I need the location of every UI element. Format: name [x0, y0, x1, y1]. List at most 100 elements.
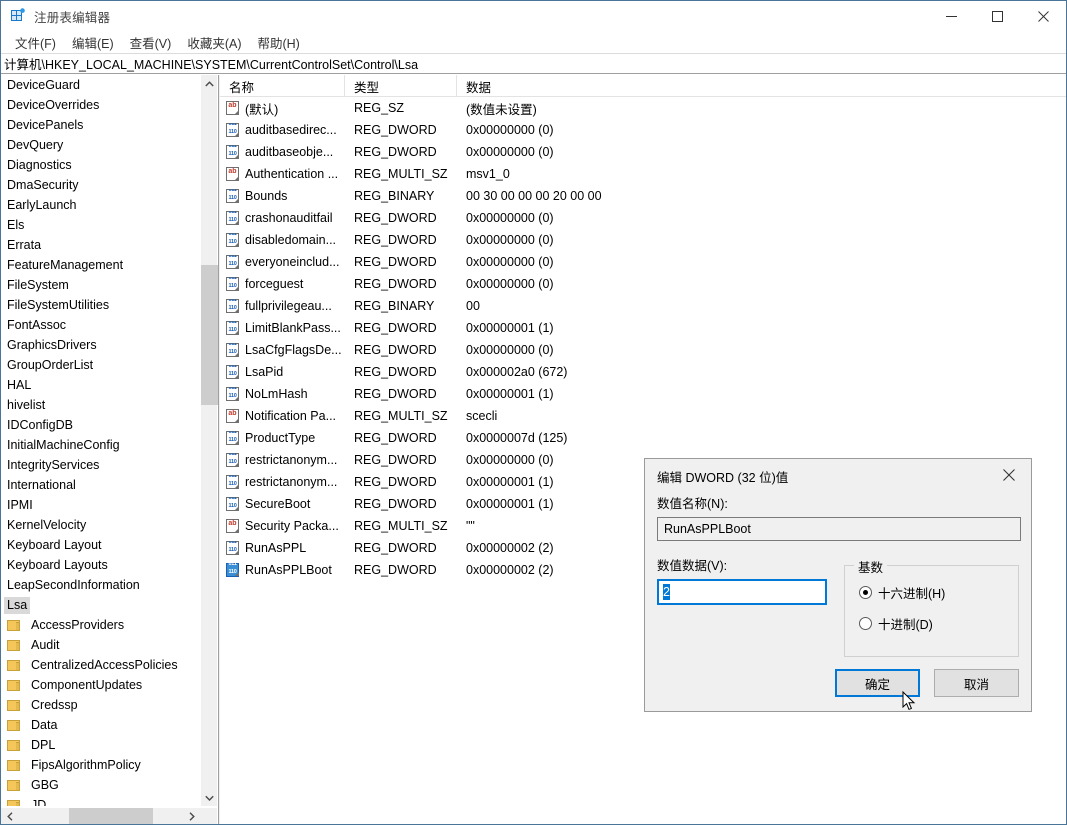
table-row[interactable]: ab Notification Pa... REG_MULTI_SZ scecli: [220, 405, 1066, 427]
tree-vertical-scrollbar[interactable]: [200, 75, 218, 806]
tree-item-deviceguard[interactable]: DeviceGuard: [1, 75, 197, 95]
tree-item-filesystemutilities[interactable]: FileSystemUtilities: [1, 295, 197, 315]
tree-item-dmasecurity[interactable]: DmaSecurity: [1, 175, 197, 195]
scroll-left-icon[interactable]: [1, 808, 18, 825]
tree-item-label: DmaSecurity: [7, 177, 79, 192]
cell-name: 011110 fullprivilegeau...: [220, 299, 345, 313]
tree-item-idconfigdb[interactable]: IDConfigDB: [1, 415, 197, 435]
tree-item-deviceoverrides[interactable]: DeviceOverrides: [1, 95, 197, 115]
tree-item-kernelvelocity[interactable]: KernelVelocity: [1, 515, 197, 535]
column-header-data[interactable]: 数据: [457, 75, 1066, 97]
menu-favorites[interactable]: 收藏夹(A): [179, 31, 249, 54]
cell-name: 011110 disabledomain...: [220, 233, 345, 247]
tree-scroll-thumb[interactable]: [201, 265, 218, 405]
radio-decimal[interactable]: 十进制(D): [858, 614, 1018, 633]
tree-item-label: AccessProviders: [31, 617, 125, 632]
value-name-input[interactable]: RunAsPPLBoot: [657, 517, 1021, 541]
tree-item-hivelist[interactable]: hivelist: [1, 395, 197, 415]
value-type: REG_DWORD: [354, 431, 437, 445]
minimize-button[interactable]: [928, 1, 974, 31]
value-type: REG_DWORD: [354, 475, 437, 489]
tree-item-hal[interactable]: HAL: [1, 375, 197, 395]
tree-item-label: DevQuery: [7, 137, 64, 152]
tree-item-data[interactable]: Data: [1, 715, 197, 735]
tree-item-gbg[interactable]: GBG: [1, 775, 197, 795]
tree-item-credssp[interactable]: Credssp: [1, 695, 197, 715]
tree-item-earlylaunch[interactable]: EarlyLaunch: [1, 195, 197, 215]
value-name: restrictanonym...: [245, 453, 338, 467]
ok-button[interactable]: 确定: [835, 669, 920, 697]
table-row[interactable]: 011110 crashonauditfail REG_DWORD 0x0000000…: [220, 207, 1066, 229]
cancel-button[interactable]: 取消: [934, 669, 1019, 697]
menu-help[interactable]: 帮助(H): [249, 31, 307, 54]
dialog-close-button[interactable]: [987, 459, 1031, 491]
table-row[interactable]: 011110 LimitBlankPass... REG_DWORD 0x000000…: [220, 317, 1066, 339]
tree-item-centralizedaccesspolicies[interactable]: CentralizedAccessPolicies: [1, 655, 197, 675]
menu-file[interactable]: 文件(F): [7, 31, 64, 54]
tree-item-label: JD: [31, 797, 47, 807]
tree-item-lsa[interactable]: Lsa: [1, 595, 197, 615]
dialog-body: 数值名称(N): RunAsPPLBoot 数值数据(V): 2 基数 十六进制…: [645, 493, 1031, 657]
menu-view[interactable]: 查看(V): [122, 31, 180, 54]
table-row[interactable]: 011110 auditbasedirec... REG_DWORD 0x000000…: [220, 119, 1066, 141]
value-name-label: 数值名称(N):: [657, 497, 728, 511]
tree-item-audit[interactable]: Audit: [1, 635, 197, 655]
table-row[interactable]: 011110 LsaPid REG_DWORD 0x000002a0 (672): [220, 361, 1066, 383]
tree-item-els[interactable]: Els: [1, 215, 197, 235]
table-row[interactable]: 011110 everyoneinclud... REG_DWORD 0x000000…: [220, 251, 1066, 273]
tree-item-errata[interactable]: Errata: [1, 235, 197, 255]
tree-item-label: IPMI: [7, 497, 33, 512]
table-row[interactable]: 011110 LsaCfgFlagsDe... REG_DWORD 0x0000000…: [220, 339, 1066, 361]
scroll-right-icon[interactable]: [183, 808, 200, 825]
menu-edit[interactable]: 编辑(E): [64, 31, 122, 54]
close-button[interactable]: [1020, 1, 1066, 31]
tree-item-label: DevicePanels: [7, 117, 84, 132]
tree-item-label: FileSystem: [7, 277, 69, 292]
string-value-icon: ab: [225, 167, 240, 181]
table-row[interactable]: 011110 forceguest REG_DWORD 0x00000000 (0): [220, 273, 1066, 295]
column-header-name[interactable]: 名称: [220, 75, 345, 97]
tree-item-leapsecondinformation[interactable]: LeapSecondInformation: [1, 575, 197, 595]
radio-hexadecimal[interactable]: 十六进制(H): [858, 583, 1018, 602]
tree-hscroll-thumb[interactable]: [69, 807, 153, 824]
table-row[interactable]: ab Authentication ... REG_MULTI_SZ msv1_0: [220, 163, 1066, 185]
table-row[interactable]: 011110 ProductType REG_DWORD 0x0000007d (12…: [220, 427, 1066, 449]
tree-item-initialmachineconfig[interactable]: InitialMachineConfig: [1, 435, 197, 455]
tree-item-dpl[interactable]: DPL: [1, 735, 197, 755]
table-row[interactable]: ab (默认) REG_SZ (数值未设置): [220, 97, 1066, 119]
tree-item-devicepanels[interactable]: DevicePanels: [1, 115, 197, 135]
tree-item-featuremanagement[interactable]: FeatureManagement: [1, 255, 197, 275]
address-bar[interactable]: 计算机\HKEY_LOCAL_MACHINE\SYSTEM\CurrentCon…: [1, 53, 1066, 74]
registry-tree[interactable]: DeviceGuard DeviceOverrides DevicePanels De…: [1, 75, 197, 806]
tree-item-keyboard-layout[interactable]: Keyboard Layout: [1, 535, 197, 555]
tree-item-jd[interactable]: JD: [1, 795, 197, 806]
dword-value-icon: 011110: [225, 453, 240, 467]
cell-name: ab Authentication ...: [220, 167, 345, 181]
table-row[interactable]: 011110 NoLmHash REG_DWORD 0x00000001 (1): [220, 383, 1066, 405]
tree-item-grouporderlist[interactable]: GroupOrderList: [1, 355, 197, 375]
tree-item-graphicsdrivers[interactable]: GraphicsDrivers: [1, 335, 197, 355]
column-header-type[interactable]: 类型: [345, 75, 457, 97]
tree-item-filesystem[interactable]: FileSystem: [1, 275, 197, 295]
table-row[interactable]: 011110 fullprivilegeau... REG_BINARY 00: [220, 295, 1066, 317]
value-data-input[interactable]: 2: [657, 579, 827, 605]
scroll-up-icon[interactable]: [201, 75, 218, 92]
tree-item-integrityservices[interactable]: IntegrityServices: [1, 455, 197, 475]
table-row[interactable]: 011110 auditbaseobje... REG_DWORD 0x0000000…: [220, 141, 1066, 163]
tree-horizontal-scrollbar[interactable]: [1, 807, 217, 824]
tree-item-ipmi[interactable]: IPMI: [1, 495, 197, 515]
tree-item-componentupdates[interactable]: ComponentUpdates: [1, 675, 197, 695]
scroll-down-icon[interactable]: [201, 789, 218, 806]
table-row[interactable]: 011110 Bounds REG_BINARY 00 30 00 00 00 20 …: [220, 185, 1066, 207]
tree-item-diagnostics[interactable]: Diagnostics: [1, 155, 197, 175]
tree-item-keyboard-layouts[interactable]: Keyboard Layouts: [1, 555, 197, 575]
tree-item-fipsalgorithmpolicy[interactable]: FipsAlgorithmPolicy: [1, 755, 197, 775]
tree-item-accessproviders[interactable]: AccessProviders: [1, 615, 197, 635]
tree-item-fontassoc[interactable]: FontAssoc: [1, 315, 197, 335]
value-data: 0x00000000 (0): [466, 343, 554, 357]
table-row[interactable]: 011110 disabledomain... REG_DWORD 0x0000000…: [220, 229, 1066, 251]
tree-item-devquery[interactable]: DevQuery: [1, 135, 197, 155]
tree-item-international[interactable]: International: [1, 475, 197, 495]
maximize-button[interactable]: [974, 1, 1020, 31]
tree-item-label: Els: [7, 217, 25, 232]
